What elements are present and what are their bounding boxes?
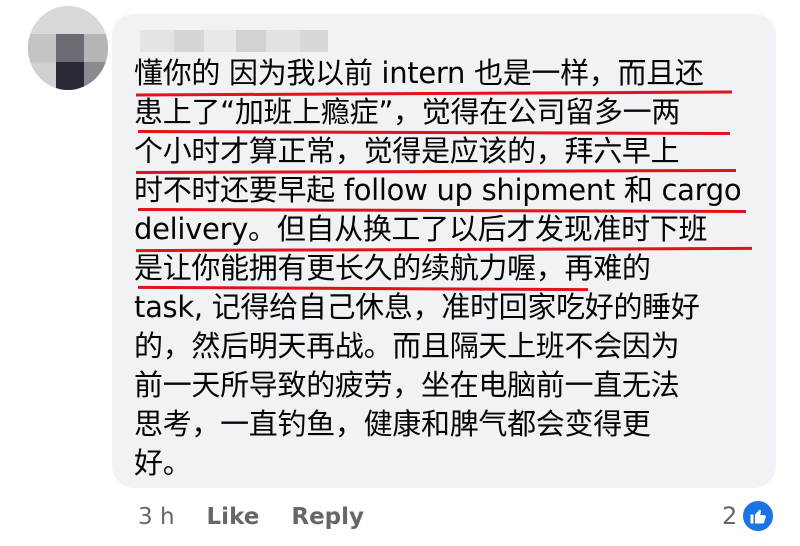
comment-line: 的，然后明天再战。而且隔天上班不会因为 (134, 329, 680, 363)
comment-line: 个小时才算正常，觉得是应该的，拜六早上 (134, 134, 680, 168)
comment-line: 是让你能拥有更长久的续航力喔，再难的 (134, 251, 651, 285)
thumbs-up-icon (741, 499, 776, 533)
comment-thread: 懂你的 因为我以前 intern 也是一样，而且还 患上了“加班上瘾症”，觉得在… (0, 0, 800, 546)
comment-text: 懂你的 因为我以前 intern 也是一样，而且还 患上了“加班上瘾症”，觉得在… (134, 54, 774, 483)
comment-line: delivery。但自从换工了以后才发现准时下班 (134, 212, 708, 246)
comment-line: 时不时还要早起 follow up shipment 和 cargo (134, 173, 742, 207)
like-button[interactable]: Like (207, 504, 260, 530)
comment-line: 思考，一直钓鱼，健康和脾气都会变得更 (134, 407, 651, 441)
avatar[interactable] (28, 6, 108, 90)
timestamp[interactable]: 3 h (138, 504, 175, 530)
reaction-count: 2 (722, 502, 738, 530)
comment-actions: 3 h Like Reply (138, 500, 396, 534)
author-name[interactable] (140, 30, 340, 52)
reaction-summary[interactable]: 2 (722, 498, 776, 534)
comment-line: 好。 (134, 446, 192, 480)
reply-button[interactable]: Reply (291, 504, 364, 530)
comment-line: 懂你的 因为我以前 intern 也是一样，而且还 (134, 56, 704, 90)
comment-line: task, 记得给自己休息，准时回家吃好的睡好 (134, 290, 700, 324)
comment-line: 前一天所导致的疲劳，坐在电脑前一直无法 (134, 368, 680, 402)
comment-line: 患上了“加班上瘾症”，觉得在公司留多一两 (134, 95, 681, 129)
